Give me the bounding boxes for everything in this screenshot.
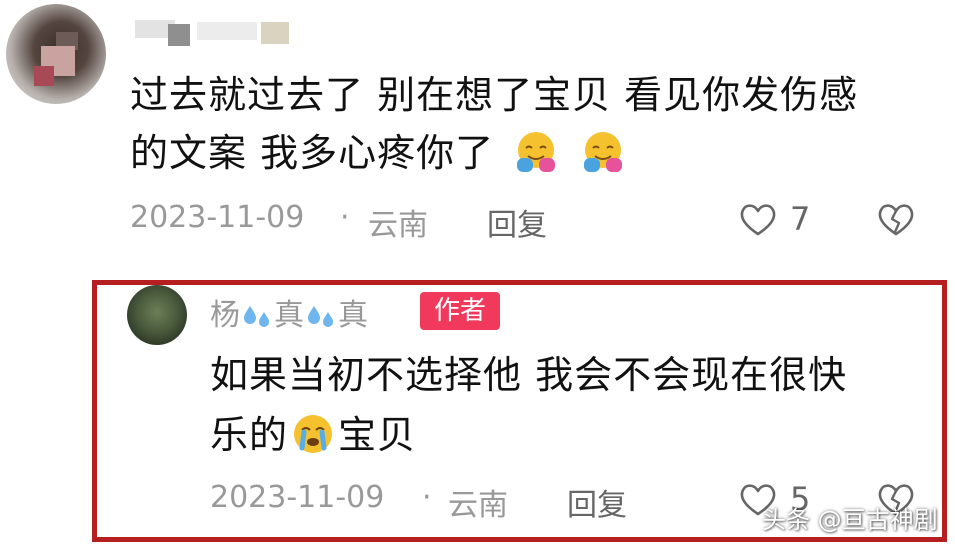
comment-line-2: 的文案 我多心疼你了 <box>130 124 930 182</box>
reply-line-1: 如果当初不选择他 我会不会现在很快 <box>210 353 848 397</box>
author-name-part3: 真 <box>338 298 368 333</box>
author-name-part1: 杨 <box>210 298 240 333</box>
comment-line-1: 过去就过去了 别在想了宝贝 看见你发伤感 <box>130 73 859 117</box>
comment-like-count: 7 <box>790 200 811 238</box>
reply-line-2: 乐的 宝贝 <box>210 405 930 465</box>
hug-emoji-icon <box>517 132 556 172</box>
comment-text: 过去就过去了 别在想了宝贝 看见你发伤感 的文案 我多心疼你了 <box>130 66 930 182</box>
dislike-broken-heart-icon[interactable] <box>875 198 917 240</box>
comment-line-2-text: 的文案 我多心疼你了 <box>130 131 495 175</box>
reply-line-2-prefix: 乐的 <box>210 413 289 457</box>
reply-location: 云南 <box>448 488 508 523</box>
droplets-emoji-icon <box>308 306 333 327</box>
commenter-avatar[interactable] <box>6 4 106 104</box>
author-name-part2: 真 <box>274 298 304 333</box>
reply-date: 2023-11-09 <box>210 480 385 515</box>
reply-text: 如果当初不选择他 我会不会现在很快 乐的 宝贝 <box>210 345 930 465</box>
droplets-emoji-icon <box>244 306 269 327</box>
author-badge: 作者 <box>420 292 500 330</box>
reply-reply-button[interactable]: 回复 <box>567 480 627 524</box>
author-name[interactable]: 杨 真 真 <box>210 290 368 334</box>
comment-separator: · <box>340 200 350 235</box>
comment-location: 云南 <box>368 208 428 243</box>
reply-separator: · <box>422 480 432 515</box>
heart-icon[interactable] <box>737 198 779 240</box>
source-watermark: 头条 @亘古神剧 <box>762 506 938 534</box>
hug-emoji-icon <box>584 132 623 172</box>
reply-line-2-suffix: 宝贝 <box>338 413 417 457</box>
comment-reply-button[interactable]: 回复 <box>487 200 547 244</box>
crying-emoji-icon <box>294 415 333 453</box>
author-avatar[interactable] <box>127 285 187 345</box>
comment-date: 2023-11-09 <box>130 200 305 235</box>
commenter-name-blurred[interactable] <box>135 10 295 46</box>
